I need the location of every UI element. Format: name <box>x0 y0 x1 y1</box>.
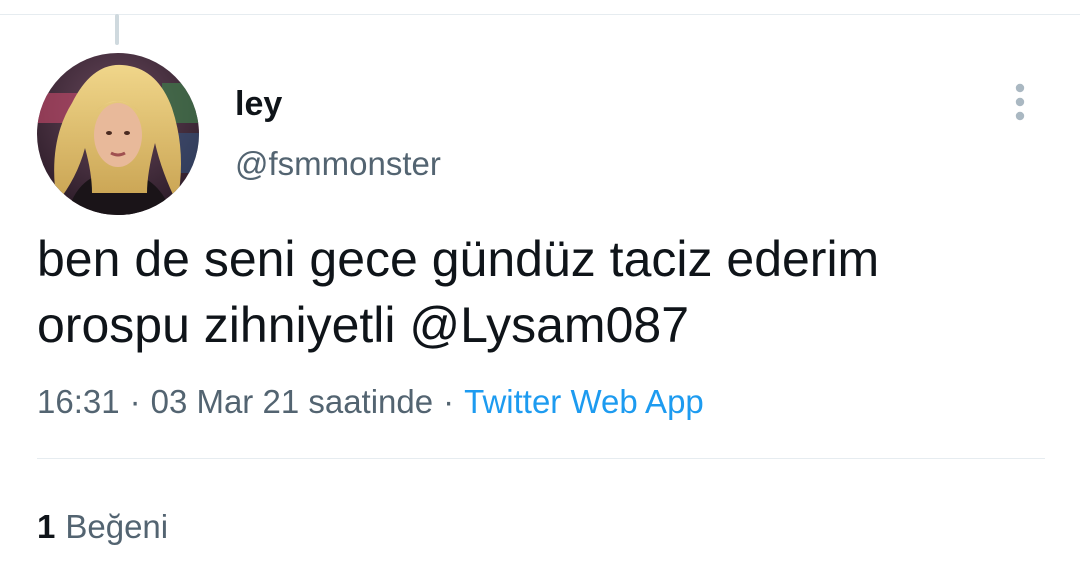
tweet-date[interactable]: 03 Mar 21 saatinde <box>151 383 434 420</box>
author-handle[interactable]: @fsmmonster <box>235 144 441 184</box>
avatar[interactable] <box>37 53 199 215</box>
more-vertical-icon <box>1015 83 1025 121</box>
tweet-detail: ley @fsmmonster ben de seni gece gündüz … <box>0 0 1080 588</box>
tweet-metadata: 16:31 · 03 Mar 21 saatinde · Twitter Web App <box>37 380 704 424</box>
author-display-name[interactable]: ley <box>235 84 282 124</box>
more-options-button[interactable] <box>1004 80 1036 124</box>
likes-label: Beğeni <box>65 508 169 545</box>
separator-dot: · <box>443 383 455 420</box>
likes-count: 1 <box>37 508 56 545</box>
avatar-image <box>37 53 199 215</box>
likes-stat[interactable]: 1 Beğeni <box>37 505 168 549</box>
thread-connector-line <box>115 14 119 45</box>
tweet-source-link[interactable]: Twitter Web App <box>464 383 704 420</box>
tweet-text: ben de seni gece gündüz taciz ederim oro… <box>37 231 880 353</box>
tweet-time[interactable]: 16:31 <box>37 383 120 420</box>
separator-dot: · <box>129 383 141 420</box>
top-divider <box>0 14 1080 15</box>
stats-divider <box>37 458 1045 459</box>
